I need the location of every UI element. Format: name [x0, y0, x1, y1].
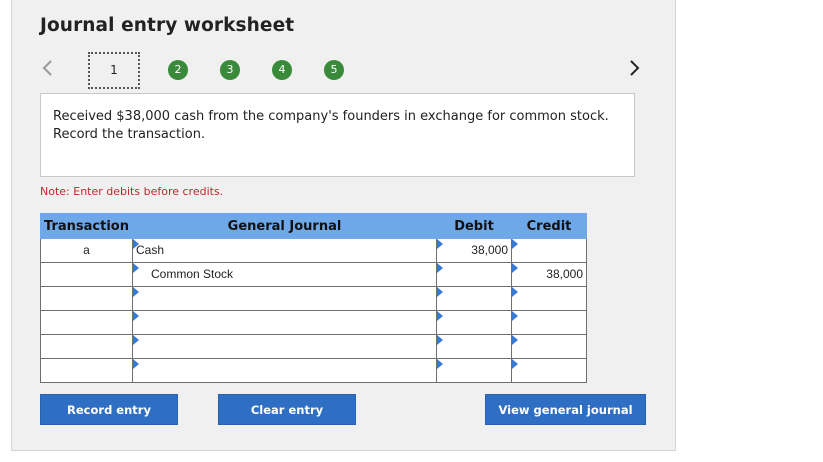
journal-table: Transaction General Journal Debit Credit…: [40, 213, 587, 383]
table-row: [40, 286, 587, 311]
header-general-journal: General Journal: [132, 213, 437, 239]
debit-input[interactable]: [436, 334, 512, 359]
step-1-current[interactable]: 1: [88, 52, 140, 89]
step-4[interactable]: 4: [272, 60, 292, 80]
credit-input[interactable]: [511, 286, 587, 311]
credit-input[interactable]: 38,000: [511, 262, 587, 287]
table-row: [40, 358, 587, 383]
debit-input[interactable]: [436, 310, 512, 335]
header-credit: Credit: [511, 213, 587, 239]
account-select[interactable]: [132, 286, 437, 311]
credit-input[interactable]: [511, 310, 587, 335]
account-select[interactable]: [132, 358, 437, 383]
chevron-left-icon[interactable]: [40, 58, 54, 78]
table-row: a Cash 38,000: [40, 238, 587, 263]
record-entry-button[interactable]: Record entry: [40, 394, 178, 425]
step-3[interactable]: 3: [220, 60, 240, 80]
debit-input[interactable]: 38,000: [436, 238, 512, 263]
debit-input[interactable]: [436, 358, 512, 383]
account-select[interactable]: Cash: [132, 238, 437, 263]
account-select[interactable]: Common Stock: [132, 262, 437, 287]
note-text: Note: Enter debits before credits.: [40, 185, 224, 198]
chevron-right-icon[interactable]: [628, 58, 642, 78]
header-debit: Debit: [436, 213, 512, 239]
account-select[interactable]: [132, 334, 437, 359]
clear-entry-button[interactable]: Clear entry: [218, 394, 356, 425]
account-select[interactable]: [132, 310, 437, 335]
transaction-cell: [40, 310, 133, 335]
step-5[interactable]: 5: [324, 60, 344, 80]
transaction-cell: [40, 334, 133, 359]
table-row: [40, 310, 587, 335]
transaction-cell: [40, 286, 133, 311]
view-general-journal-button[interactable]: View general journal: [485, 394, 646, 425]
table-row: Common Stock 38,000: [40, 262, 587, 287]
debit-input[interactable]: [436, 286, 512, 311]
transaction-cell: [40, 262, 133, 287]
table-row: [40, 334, 587, 359]
debit-input[interactable]: [436, 262, 512, 287]
transaction-cell: [40, 358, 133, 383]
header-transaction: Transaction: [40, 213, 133, 239]
page-title: Journal entry worksheet: [40, 15, 295, 36]
transaction-cell: a: [40, 238, 133, 263]
transaction-description: Received $38,000 cash from the company's…: [40, 93, 635, 177]
credit-input[interactable]: [511, 358, 587, 383]
step-2[interactable]: 2: [168, 60, 188, 80]
credit-input[interactable]: [511, 334, 587, 359]
credit-input[interactable]: [511, 238, 587, 263]
